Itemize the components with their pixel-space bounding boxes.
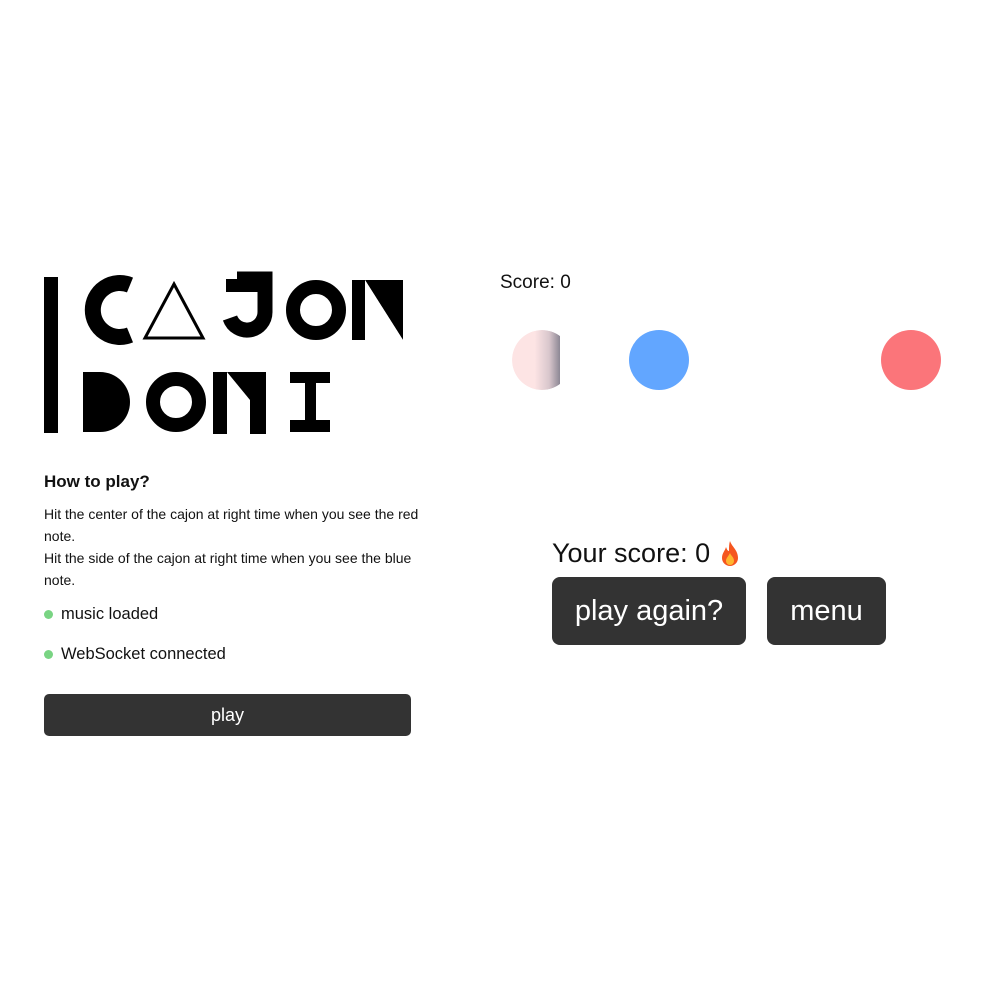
fire-icon bbox=[722, 540, 739, 566]
status-websocket-label: WebSocket connected bbox=[61, 645, 226, 663]
instruction-blue: Hit the side of the cajon at right time … bbox=[44, 550, 412, 588]
status-websocket: WebSocket connected bbox=[44, 645, 226, 664]
instruction-red: Hit the center of the cajon at right tim… bbox=[44, 506, 419, 544]
red-note bbox=[881, 330, 941, 390]
status-dot-icon bbox=[44, 610, 53, 619]
logo bbox=[0, 0, 1000, 1000]
blue-note bbox=[629, 330, 689, 390]
final-score-label: Your score: 0 bbox=[552, 538, 711, 568]
hit-note bbox=[512, 330, 572, 390]
status-music: music loaded bbox=[44, 605, 158, 624]
play-again-button[interactable]: play again? bbox=[552, 577, 746, 645]
menu-button[interactable]: menu bbox=[767, 577, 886, 645]
status-dot-icon bbox=[44, 650, 53, 659]
final-score: Your score: 0 bbox=[552, 538, 742, 569]
howto-text: Hit the center of the cajon at right tim… bbox=[44, 503, 424, 591]
cajon-doni-logo bbox=[44, 271, 403, 434]
status-music-label: music loaded bbox=[61, 605, 159, 623]
howto-title: How to play? bbox=[44, 472, 150, 491]
score-display: Score: 0 bbox=[500, 272, 571, 293]
play-button[interactable]: play bbox=[44, 694, 411, 736]
